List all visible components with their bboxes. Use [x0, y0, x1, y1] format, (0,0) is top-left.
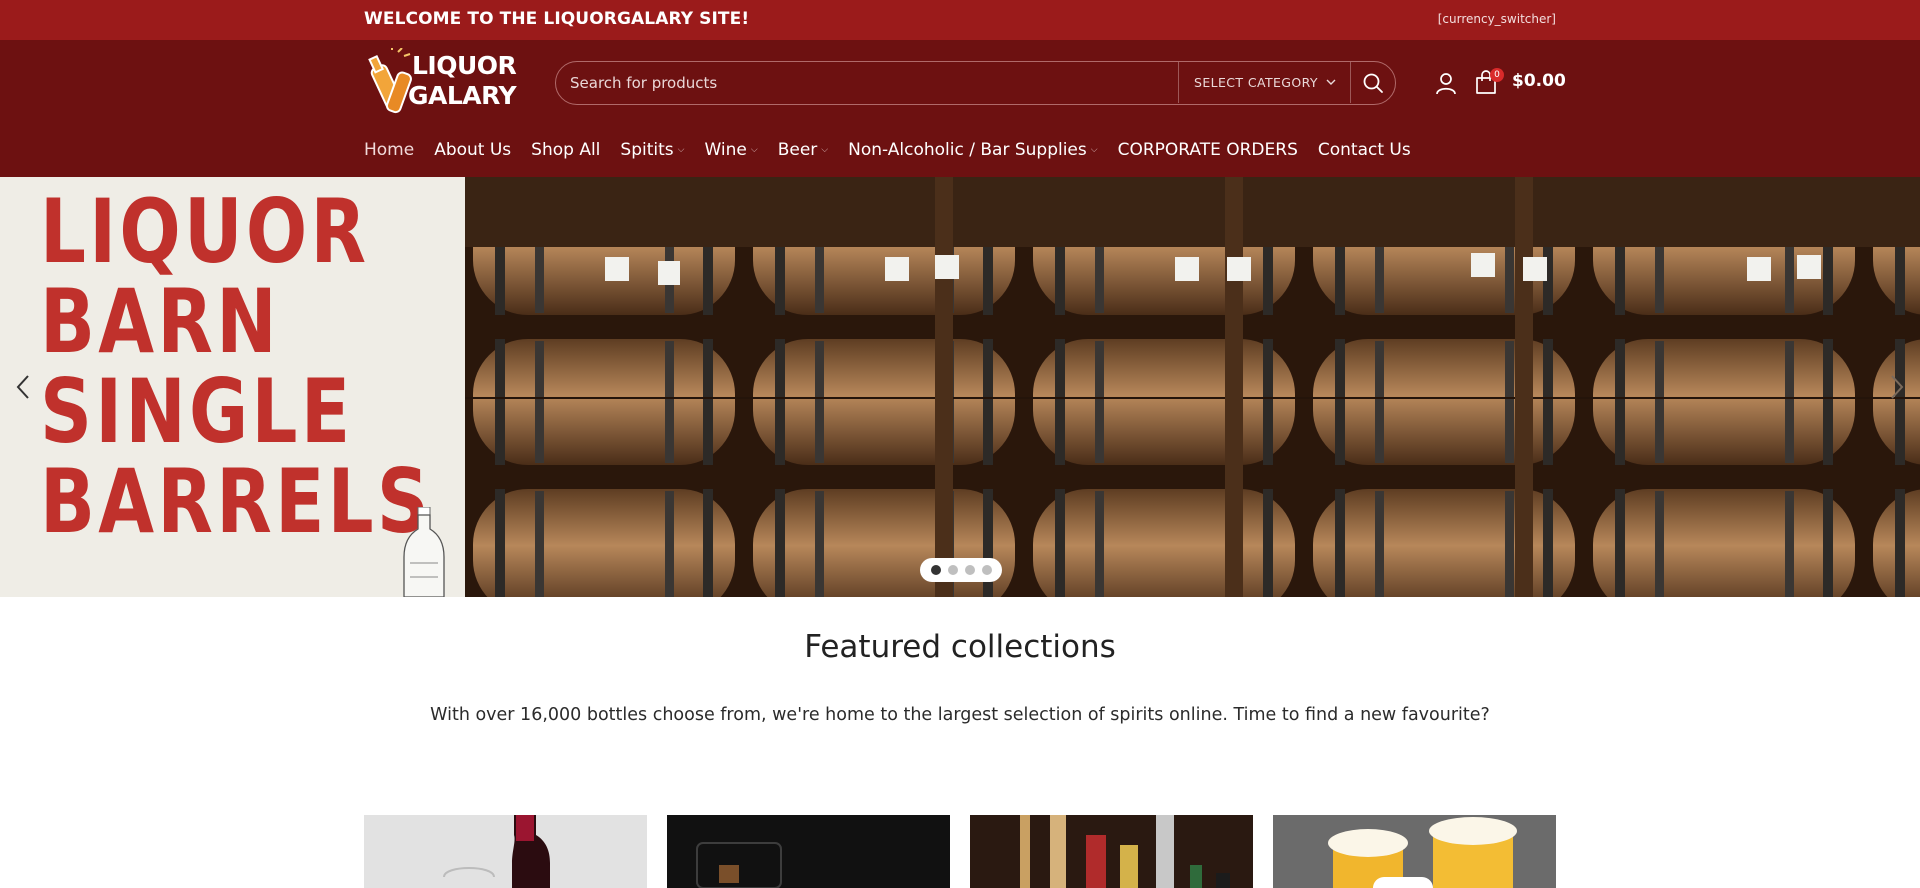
slider-dot[interactable]: [964, 565, 975, 575]
slider-next-arrow-icon[interactable]: [1886, 372, 1906, 402]
chevron-down-icon[interactable]: [1326, 74, 1336, 90]
nav-item-about-us[interactable]: About Us: [434, 140, 511, 160]
nav-item-label: Beer: [777, 140, 818, 160]
hero-headline-line: BARRELS: [40, 450, 433, 553]
user-account-icon[interactable]: [1434, 71, 1458, 95]
logo-text-top: LIQUOR: [412, 51, 517, 80]
featured-subtitle: With over 16,000 bottles choose from, we…: [430, 705, 1490, 725]
cart-total[interactable]: $0.00: [1512, 71, 1566, 91]
nav-item-label: CORPORATE ORDERS: [1117, 140, 1298, 160]
collection-tile-bar-supplies[interactable]: [970, 815, 1253, 888]
slider-prev-arrow-icon[interactable]: [14, 372, 34, 402]
search-bar: SELECT CATEGORY: [555, 61, 1396, 105]
nav-item-label: Contact Us: [1317, 140, 1411, 160]
search-divider: [1350, 62, 1351, 103]
nav-item-label: Spitits: [620, 140, 674, 160]
welcome-message: WELCOME TO THE LIQUORGALARY SITE!: [364, 9, 750, 29]
nav-item-label: About Us: [434, 140, 512, 160]
category-select[interactable]: SELECT CATEGORY: [1194, 75, 1318, 90]
main-navigation: Home About Us Shop All Spitits ⌵ Wine ⌵ Be…: [364, 138, 1431, 162]
collection-tile-spirits[interactable]: [667, 815, 950, 888]
hero-headline-line: LIQUOR: [40, 180, 370, 283]
nav-item-label: Home: [364, 140, 415, 160]
chevron-down-icon: ⌵: [677, 145, 685, 155]
collection-tile-beer[interactable]: [1273, 815, 1556, 888]
hero-headline-line: BARN: [40, 270, 280, 373]
slider-pagination: [920, 558, 1002, 582]
hero-slider: LIQUOR BARN SINGLE BARRELS: [0, 177, 1920, 597]
slider-dot[interactable]: [981, 565, 992, 575]
nav-item-non-alcoholic[interactable]: Non-Alcoholic / Bar Supplies ⌵: [848, 140, 1097, 160]
whisky-glass-image: [667, 815, 950, 888]
wine-bottle-image: [364, 815, 647, 888]
search-divider: [1178, 62, 1179, 103]
cart-count-badge: 0: [1490, 68, 1504, 82]
nav-item-spirits[interactable]: Spitits ⌵: [620, 140, 684, 160]
collection-tile-wine[interactable]: [364, 815, 647, 888]
nav-item-beer[interactable]: Beer ⌵: [778, 140, 828, 160]
barrels-background-image: [465, 177, 1920, 597]
nav-item-corporate-orders[interactable]: CORPORATE ORDERS: [1118, 140, 1298, 160]
nav-item-label: Non-Alcoholic / Bar Supplies: [848, 140, 1087, 160]
nav-item-wine[interactable]: Wine ⌵: [704, 140, 757, 160]
chevron-down-icon: ⌵: [821, 145, 829, 155]
beer-mugs-image: [1273, 815, 1556, 888]
hero-headline-line: SINGLE: [40, 360, 354, 463]
search-icon[interactable]: [1362, 72, 1384, 94]
chevron-down-icon: ⌵: [1090, 145, 1098, 155]
currency-switcher[interactable]: [currency_switcher]: [1438, 12, 1556, 26]
nav-item-contact-us[interactable]: Contact Us: [1318, 140, 1411, 160]
nav-item-home[interactable]: Home: [364, 140, 414, 160]
nav-item-label: Shop All: [531, 140, 601, 160]
top-bar: WELCOME TO THE LIQUORGALARY SITE! [curre…: [0, 0, 1920, 40]
search-input[interactable]: [570, 70, 1170, 96]
nav-item-shop-all[interactable]: Shop All: [531, 140, 600, 160]
chevron-down-icon: ⌵: [750, 145, 758, 155]
liquor-bottles-image: [970, 815, 1253, 888]
nav-item-label: Wine: [704, 140, 747, 160]
bottle-illustration: [403, 507, 445, 597]
featured-title: Featured collections: [804, 629, 1116, 665]
slider-dot[interactable]: [947, 565, 958, 575]
slider-dot[interactable]: [930, 565, 941, 575]
logo-text-bottom: GALARY: [408, 81, 517, 110]
hero-text-panel: LIQUOR BARN SINGLE BARRELS: [0, 177, 465, 597]
